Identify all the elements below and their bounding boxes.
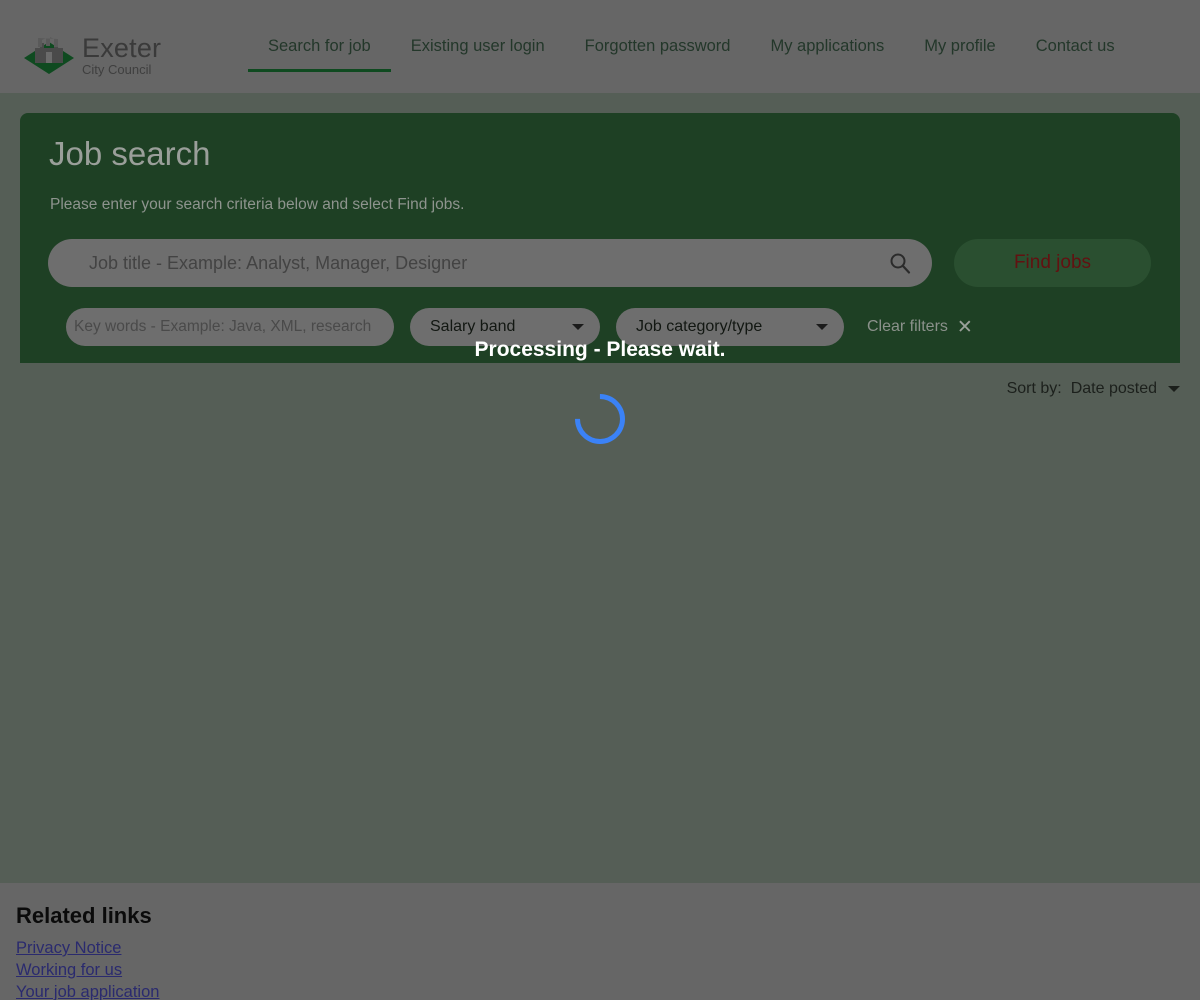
site-header: Exeter City Council Search for job Exist… xyxy=(0,0,1200,93)
search-icon[interactable] xyxy=(888,251,912,275)
footer-link-working-for-us[interactable]: Working for us xyxy=(16,959,122,981)
exeter-castle-diamond-logo-icon xyxy=(20,30,78,78)
footer-link-your-job-application[interactable]: Your job application xyxy=(16,981,159,1000)
clear-filters-button[interactable]: Clear filters ✕ xyxy=(867,318,973,337)
main-navigation: Search for job Existing user login Forgo… xyxy=(248,0,1135,93)
job-title-search-input[interactable]: Job title - Example: Analyst, Manager, D… xyxy=(48,239,932,287)
job-category-label: Job category/type xyxy=(636,318,763,335)
sort-by-control[interactable]: Sort by: Date posted xyxy=(1007,380,1180,398)
sort-by-value: Date posted xyxy=(1070,380,1157,397)
logo-title: Exeter xyxy=(82,33,162,63)
nav-item-contact-us[interactable]: Contact us xyxy=(1016,0,1135,93)
nav-label: My applications xyxy=(770,37,885,55)
sort-by-label: Sort by: xyxy=(1006,380,1062,397)
close-x-icon: ✕ xyxy=(956,316,973,338)
chevron-down-icon xyxy=(816,324,828,330)
find-jobs-button[interactable]: Find jobs xyxy=(954,239,1151,287)
nav-label: Search for job xyxy=(268,37,371,55)
nav-item-existing-user-login[interactable]: Existing user login xyxy=(391,0,565,93)
nav-label: Forgotten password xyxy=(584,37,731,55)
job-title-placeholder: Job title - Example: Analyst, Manager, D… xyxy=(89,252,468,273)
job-search-panel: Job search Please enter your search crit… xyxy=(20,113,1180,363)
page-title: Job search xyxy=(49,135,211,172)
loading-spinner-icon xyxy=(564,383,636,455)
chevron-down-icon xyxy=(1168,386,1180,392)
nav-label: My profile xyxy=(924,37,996,55)
processing-message: Processing - Please wait. xyxy=(474,338,726,361)
site-footer: Related links Privacy Notice Working for… xyxy=(0,883,1200,1000)
logo-subtitle: City Council xyxy=(82,62,152,77)
footer-link-privacy-notice[interactable]: Privacy Notice xyxy=(16,937,121,959)
salary-band-label: Salary band xyxy=(430,318,516,335)
nav-item-forgotten-password[interactable]: Forgotten password xyxy=(565,0,751,93)
nav-item-my-applications[interactable]: My applications xyxy=(750,0,904,93)
nav-item-search-for-job[interactable]: Search for job xyxy=(248,0,391,93)
site-logo[interactable]: Exeter City Council xyxy=(20,30,161,78)
nav-label: Contact us xyxy=(1035,37,1115,55)
chevron-down-icon xyxy=(572,324,584,330)
logo-wordmark: Exeter City Council xyxy=(82,35,161,78)
panel-subtitle: Please enter your search criteria below … xyxy=(50,196,465,213)
primary-search-row: Job title - Example: Analyst, Manager, D… xyxy=(48,239,1151,287)
clear-filters-label: Clear filters xyxy=(867,318,948,335)
keywords-placeholder: Key words - Example: Java, XML, research xyxy=(74,318,372,335)
nav-item-my-profile[interactable]: My profile xyxy=(904,0,1016,93)
related-links-heading: Related links xyxy=(16,903,152,928)
nav-label: Existing user login xyxy=(410,37,545,55)
